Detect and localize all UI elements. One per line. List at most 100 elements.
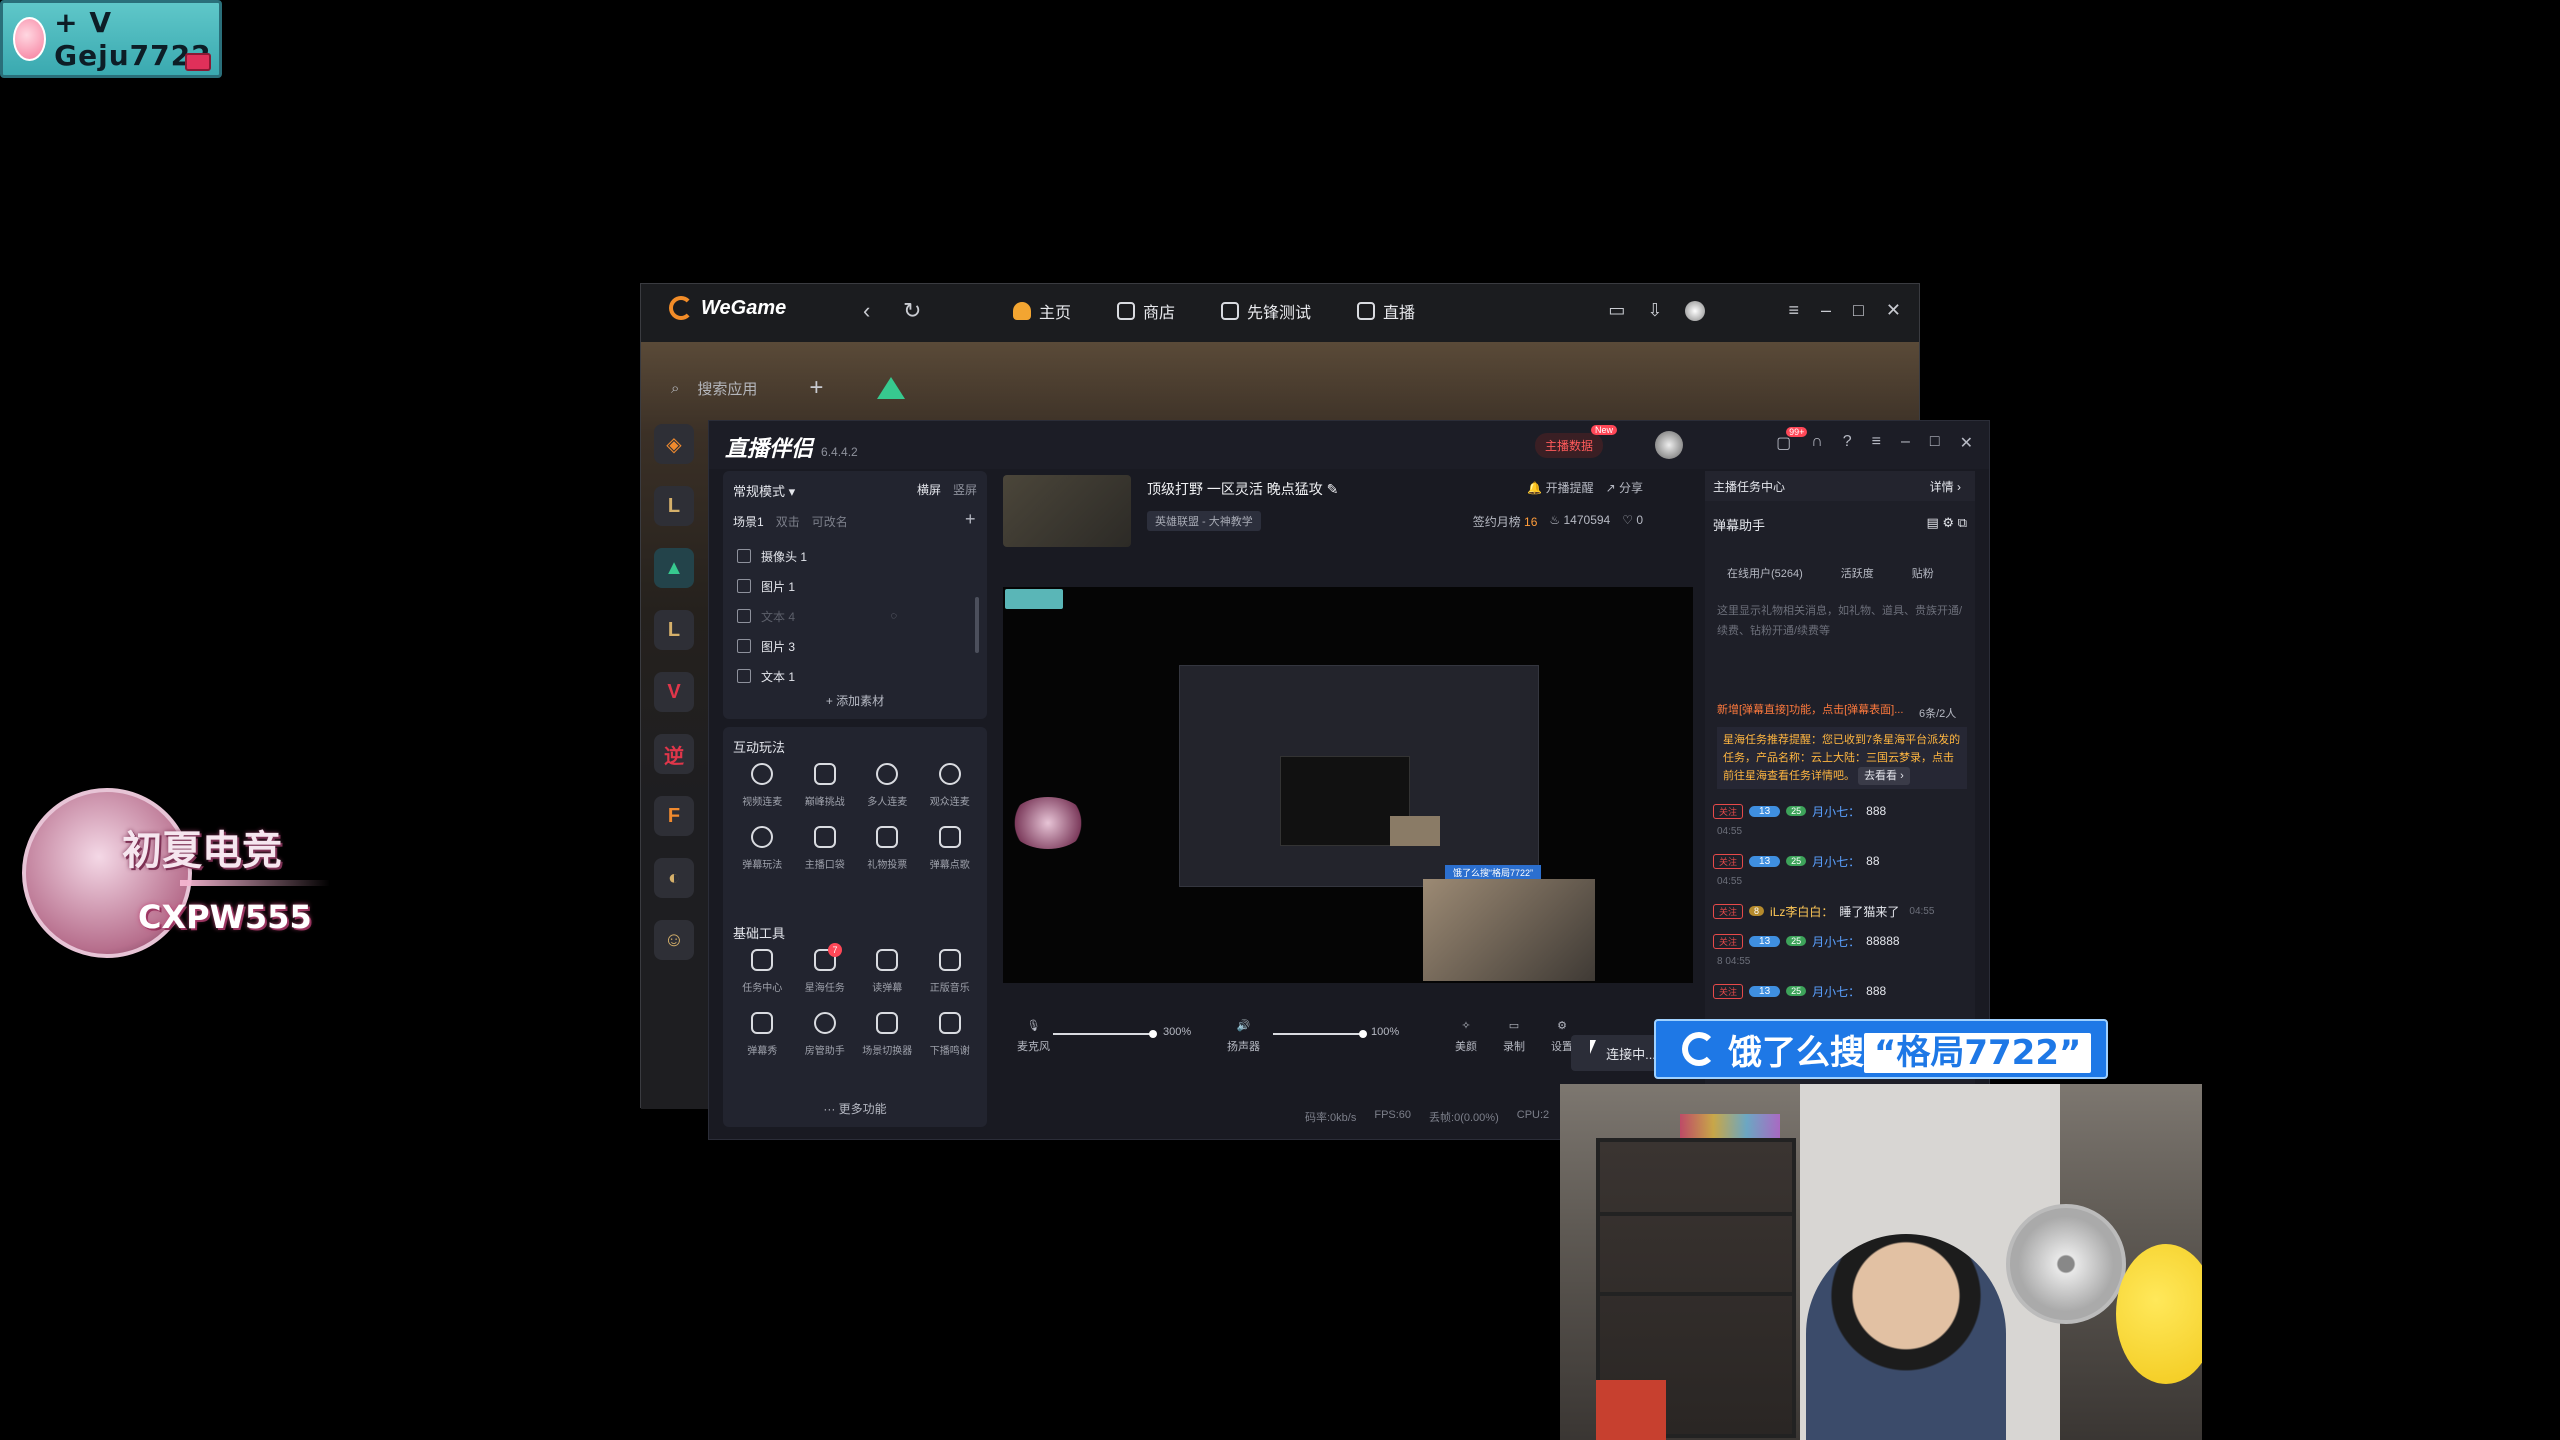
more-functions-button[interactable]: ··· 更多功能 — [723, 1100, 987, 1117]
sidebar-lol-icon[interactable]: L — [654, 486, 694, 526]
minimize-icon[interactable]: – — [1901, 433, 1910, 453]
tool-audience-link[interactable]: 观众连麦 — [919, 763, 982, 808]
tool-song-request[interactable]: 弹幕点歌 — [919, 826, 982, 871]
detail-link[interactable]: 详情 › — [1930, 478, 1961, 495]
menu-icon[interactable]: ≡ — [1789, 300, 1800, 321]
tab-online-users[interactable]: 在线用户(5264) — [1727, 565, 1803, 581]
beauty-button[interactable]: ✧ 美颜 — [1455, 1019, 1477, 1054]
tool-scene-switcher[interactable]: 场景切换器 — [856, 1012, 919, 1057]
source-item-text[interactable]: 文本 4 ◌ — [737, 601, 967, 631]
back-icon[interactable]: ‹ — [863, 298, 870, 324]
tool-video-link[interactable]: 视频连麦 — [731, 763, 794, 808]
mode-select[interactable]: 常规模式 ▾ — [733, 481, 795, 500]
follow-button[interactable]: 关注 — [1713, 853, 1744, 869]
user-avatar[interactable] — [1684, 300, 1705, 321]
gear-icon[interactable]: ⚙ — [1942, 515, 1954, 530]
source-item-text[interactable]: 文本 1 — [737, 661, 967, 691]
follow-button[interactable]: 关注 — [1713, 933, 1744, 949]
stream-preview[interactable]: 饿了么搜“格局7722” — [1003, 587, 1693, 983]
source-item-image[interactable]: 图片 3 — [737, 631, 967, 661]
notify-button[interactable]: 🔔 开播提醒 — [1527, 479, 1593, 496]
sidebar-lol-icon[interactable]: L — [654, 610, 694, 650]
headset-icon[interactable]: ∩ — [1811, 433, 1823, 453]
minimize-icon[interactable]: – — [1821, 300, 1831, 321]
tool-read-danmu[interactable]: 读弹幕 — [856, 949, 919, 994]
doc-icon[interactable]: ▤ — [1927, 515, 1939, 530]
source-item-image[interactable]: 图片 1 — [737, 571, 967, 601]
nav-home[interactable]: 主页 — [1013, 299, 1071, 323]
search-icon[interactable]: ⌕ — [671, 380, 679, 397]
stream-title[interactable]: 顶级打野 一区灵活 晚点猛攻 ✎ — [1147, 479, 1338, 499]
tool-gift-vote[interactable]: 礼物投票 — [856, 826, 919, 871]
chat-username[interactable]: 月小七： — [1812, 983, 1860, 1000]
help-icon[interactable]: ? — [1843, 433, 1852, 453]
tool-music[interactable]: 正版音乐 — [919, 949, 982, 994]
share-button[interactable]: ↗ 分享 — [1606, 479, 1643, 496]
hidden-eye-icon[interactable]: ◌ — [890, 610, 897, 622]
portrait-button[interactable]: 竖屏 — [953, 481, 977, 498]
nav-store[interactable]: 商店 — [1117, 299, 1175, 323]
tool-pocket[interactable]: 主播口袋 — [794, 826, 857, 871]
search-input[interactable]: 搜索应用 — [697, 378, 757, 399]
chat-username[interactable]: 月小七： — [1812, 933, 1860, 950]
tool-task-center[interactable]: 任务中心 — [731, 949, 794, 994]
refresh-icon[interactable]: ↻ — [903, 298, 921, 324]
source-item-camera[interactable]: 摄像头 1 — [737, 541, 967, 571]
sidebar-red-app-icon[interactable]: V — [654, 672, 694, 712]
sidebar-app-icon[interactable]: ◈ — [654, 424, 694, 464]
tab-diamond-fans[interactable]: 贴粉 — [1912, 565, 1934, 581]
landscape-button[interactable]: 横屏 — [917, 481, 941, 498]
follow-button[interactable]: 关注 — [1713, 903, 1744, 919]
mic-control[interactable]: 🎙 麦克风 — [1017, 1019, 1050, 1054]
popout-icon[interactable]: ⧉ — [1958, 515, 1967, 530]
tool-room-admin[interactable]: 房管助手 — [794, 1012, 857, 1057]
tab-scene-1[interactable]: 场景1 — [733, 513, 764, 530]
chat-username[interactable]: 月小七： — [1812, 853, 1860, 870]
chat-username[interactable]: iLz李白白： — [1770, 903, 1833, 920]
sidebar-valorant-icon[interactable]: ▲ — [654, 548, 694, 588]
maximize-icon[interactable]: □ — [1930, 433, 1940, 453]
nav-pioneer-test[interactable]: 先锋测试 — [1221, 299, 1311, 323]
sidebar-cf-icon[interactable]: F — [654, 796, 694, 836]
add-material-button[interactable]: + 添加素材 — [723, 692, 987, 709]
tool-danmu-show[interactable]: 弹幕秀 — [731, 1012, 794, 1057]
close-icon[interactable]: ✕ — [1960, 433, 1973, 453]
mic-slider[interactable] — [1053, 1030, 1157, 1038]
tool-star-task[interactable]: 7 星海任务 — [794, 943, 857, 994]
streamer-avatar[interactable] — [1655, 431, 1683, 459]
sign-rank[interactable]: 签约月榜 16 — [1473, 513, 1538, 530]
close-icon[interactable]: ✕ — [1886, 300, 1901, 321]
stream-category[interactable]: 英雄联盟 - 大神教学 — [1147, 511, 1261, 531]
scrollbar[interactable] — [975, 597, 979, 653]
sidebar-game-icon[interactable]: ◐ — [654, 858, 694, 898]
chat-username[interactable]: 月小七： — [1812, 803, 1860, 820]
tool-thanks[interactable]: 下播鸣谢 — [919, 1012, 982, 1057]
tool-danmu-play[interactable]: 弹幕玩法 — [731, 826, 794, 871]
sidebar-char-icon[interactable]: ☺ — [654, 920, 694, 960]
tab-activity[interactable]: 活跃度 — [1841, 565, 1874, 581]
speaker-control[interactable]: 🔊 扬声器 — [1227, 1019, 1260, 1054]
record-button[interactable]: ▭ 录制 — [1503, 1019, 1525, 1054]
sidebar-yingxiong-icon[interactable]: 逆 — [654, 734, 694, 774]
nav-live[interactable]: 直播 — [1357, 299, 1415, 323]
menu-icon[interactable]: ≡ — [1872, 433, 1881, 453]
add-app-icon[interactable]: + — [809, 374, 823, 402]
follow-button[interactable]: 关注 — [1713, 983, 1744, 999]
download-icon[interactable]: ⇩ — [1647, 300, 1662, 321]
folder-icon[interactable]: ▭ — [1608, 300, 1625, 321]
live-data-button[interactable]: 主播数据 New — [1535, 425, 1618, 458]
speaker-slider[interactable] — [1273, 1030, 1367, 1038]
maximize-icon[interactable]: □ — [1853, 300, 1864, 321]
go-see-button[interactable]: 去看看 › — [1858, 767, 1910, 785]
follow-button[interactable]: 关注 — [1713, 803, 1744, 819]
wegame-logo[interactable]: WeGame — [669, 296, 786, 320]
message-icon[interactable]: ▢ 99+ — [1776, 427, 1808, 453]
mic-slider-knob[interactable] — [1149, 1030, 1157, 1038]
speaker-slider-knob[interactable] — [1359, 1030, 1367, 1038]
settings-button[interactable]: ⚙ 设置 — [1551, 1019, 1573, 1054]
tool-multi-link[interactable]: 多人连麦 — [856, 763, 919, 808]
add-scene-icon[interactable]: + — [965, 509, 976, 530]
stream-cover[interactable] — [1003, 475, 1131, 547]
task-center-bar[interactable]: 主播任务中心 详情 › — [1705, 471, 1975, 501]
tool-peak-challenge[interactable]: 巅峰挑战 — [794, 763, 857, 808]
